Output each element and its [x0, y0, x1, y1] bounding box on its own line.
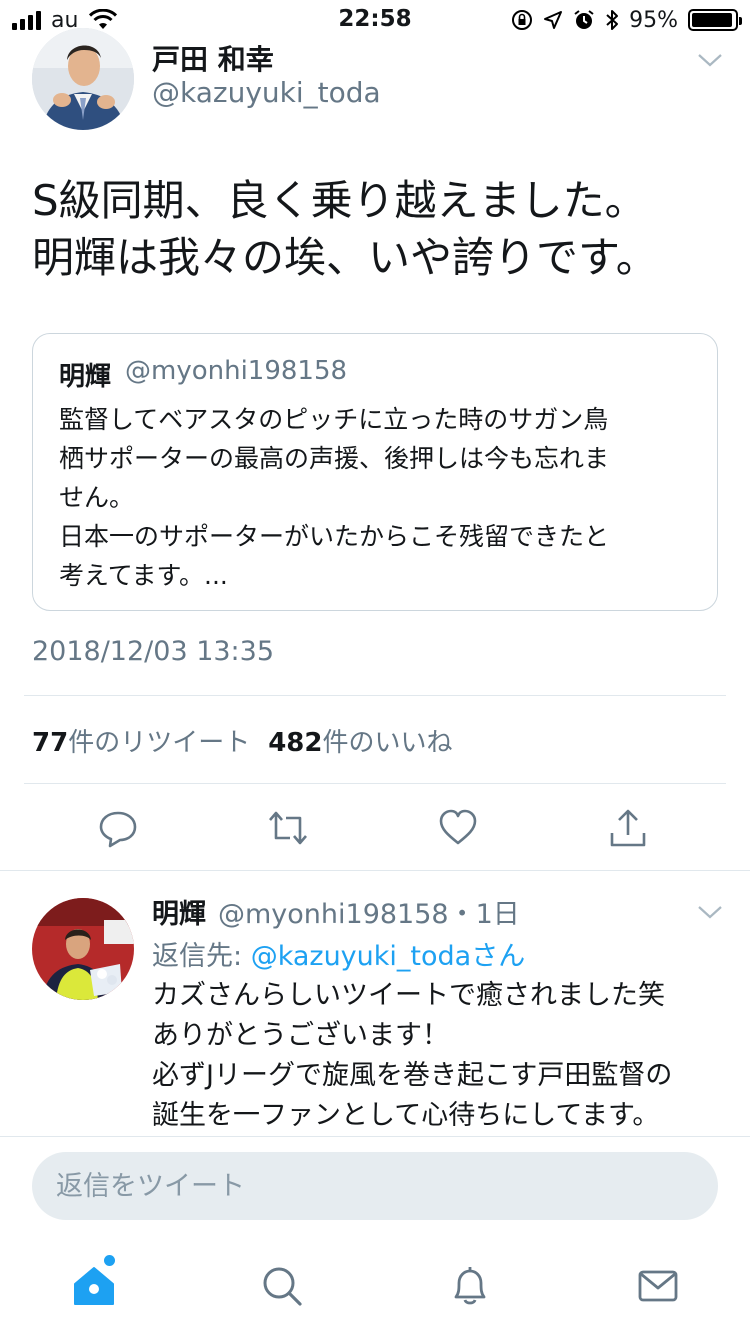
like-icon — [439, 809, 477, 845]
reply-to-handle-link[interactable]: @kazuyuki_toda — [251, 941, 472, 972]
reply-to-prefix: 返信先: — [152, 941, 251, 972]
tweet-line: 明輝は我々の埃、いや誇りです。 — [32, 233, 658, 282]
retweet-icon — [269, 811, 307, 845]
tab-messages[interactable] — [634, 1262, 682, 1310]
like-stat[interactable]: 482件のいいね — [268, 722, 452, 759]
author-name[interactable]: 戸田 和幸 — [152, 38, 274, 78]
chevron-down-icon[interactable] — [696, 902, 724, 922]
tweet-text: S級同期、良く乗り越えました。 明輝は我々の埃、いや誇りです。 — [32, 172, 722, 286]
quote-line: 栖サポーターの最高の声援、後押しは今も忘れま — [59, 444, 610, 473]
reply-line: カズさんらしいツイートで癒されました笑 — [152, 980, 665, 1011]
share-icon — [610, 809, 646, 847]
reply-line: 誕生を一ファンとして心待ちにしてます。 — [152, 1100, 660, 1131]
quoted-tweet-text: 監督してベアスタのピッチに立った時のサガン鳥 栖サポーターの最高の声援、後押しは… — [59, 400, 699, 595]
quoted-tweet-card[interactable]: 明輝 @myonhi198158 監督してベアスタのピッチに立った時のサガン鳥 … — [32, 333, 718, 611]
home-notification-dot — [104, 1255, 115, 1266]
tab-search[interactable] — [258, 1262, 306, 1310]
divider — [0, 870, 750, 871]
messages-icon — [638, 1270, 678, 1302]
quoted-author-handle: @myonhi198158 — [125, 356, 348, 386]
battery-icon — [688, 9, 742, 31]
reply-author-name[interactable]: 明輝 — [152, 892, 206, 931]
divider — [24, 783, 726, 784]
battery-percent: 95% — [629, 7, 678, 33]
bluetooth-icon — [606, 10, 619, 30]
divider — [24, 695, 726, 696]
share-button[interactable] — [606, 806, 650, 850]
retweet-stat[interactable]: 77件のリツイート — [32, 722, 250, 759]
quoted-author-name: 明輝 — [59, 362, 112, 392]
reply-to-suffix: さん — [471, 941, 526, 972]
tab-home[interactable] — [70, 1262, 118, 1310]
notifications-icon — [454, 1267, 486, 1305]
tweet-line: S級同期、良く乗り越えました。 — [32, 176, 647, 225]
quote-line: せん。 — [59, 483, 135, 512]
tweet-timestamp: 2018/12/03 13:35 — [32, 636, 275, 667]
retweet-stat-label: 件のリツイート — [68, 728, 251, 758]
reply-author-avatar[interactable] — [32, 898, 134, 1000]
location-icon — [544, 11, 563, 29]
home-icon — [74, 1267, 114, 1305]
like-count: 482 — [268, 728, 323, 758]
like-stat-label: 件のいいね — [322, 728, 453, 758]
tab-notifications[interactable] — [446, 1262, 494, 1310]
status-right: 95% — [511, 6, 742, 34]
reply-text: カズさんらしいツイートで癒されました笑 ありがとうございます！ 必ずJリーグで旋… — [152, 976, 732, 1136]
like-button[interactable] — [436, 806, 480, 850]
chevron-down-icon[interactable] — [696, 50, 724, 70]
quote-line: 監督してベアスタのピッチに立った時のサガン鳥 — [59, 405, 609, 434]
alarm-icon — [574, 10, 594, 29]
author-avatar[interactable] — [32, 28, 134, 130]
reply-author-handle[interactable]: @myonhi198158・1日 — [218, 892, 520, 931]
orientation-lock-icon — [512, 10, 533, 30]
retweet-button[interactable] — [266, 806, 310, 850]
reply-line: 必ずJリーグで旋風を巻き起こす戸田監督の — [152, 1060, 673, 1091]
quote-line: 日本一のサポーターがいたからこそ残留できたと — [59, 522, 610, 551]
reply-compose-input[interactable] — [32, 1152, 718, 1220]
retweet-count: 77 — [32, 728, 69, 758]
status-bar: au 22:58 95% — [0, 0, 750, 40]
tweet-stats: 77件のリツイート 482件のいいね — [32, 722, 453, 759]
author-handle[interactable]: @kazuyuki_toda — [152, 76, 381, 109]
reply-line: ありがとうございます！ — [152, 1020, 449, 1051]
search-icon — [263, 1267, 302, 1306]
reply-icon — [99, 811, 137, 848]
reply-to-line: 返信先: @kazuyuki_todaさん — [152, 934, 525, 973]
quote-line: 考えてます。... — [59, 561, 228, 590]
reply-button[interactable] — [96, 806, 140, 850]
